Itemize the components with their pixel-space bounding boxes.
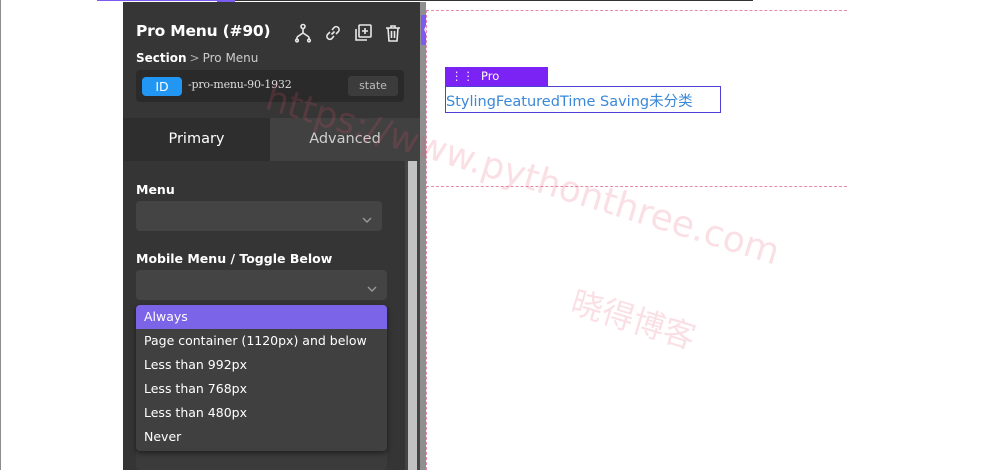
drag-handle-icon[interactable]: ⋮⋮ [451, 69, 474, 83]
id-badge[interactable]: ID [142, 77, 182, 96]
chevron-down-icon [362, 210, 372, 223]
blank-area [847, 0, 985, 470]
section-outline-bottom [426, 186, 847, 187]
breadcrumb: Section > Pro Menu [136, 51, 258, 65]
panel-scrollbar[interactable] [405, 161, 420, 470]
menu-items[interactable]: StylingFeaturedTime Saving未分类 [446, 90, 693, 111]
scrollbar-thumb[interactable] [408, 161, 417, 470]
breadcrumb-parent[interactable]: Section [136, 51, 187, 65]
mobile-menu-label: Mobile Menu / Toggle Below [136, 251, 333, 266]
panel-header: Pro Menu (#90) Section > Pro Menu ID -pr… [123, 2, 420, 118]
trash-icon[interactable] [383, 22, 403, 44]
structure-icon[interactable] [293, 22, 313, 44]
properties-panel: Pro Menu (#90) Section > Pro Menu ID -pr… [123, 2, 420, 470]
tab-advanced[interactable]: Advanced [270, 118, 420, 161]
duplicate-icon[interactable] [353, 22, 373, 44]
link-icon[interactable] [323, 22, 343, 44]
state-button[interactable]: state [348, 76, 398, 96]
dropdown-option[interactable]: Page container (1120px) and below [136, 329, 387, 353]
tab-primary[interactable]: Primary [123, 118, 270, 161]
dropdown-option[interactable]: Less than 480px [136, 401, 387, 425]
section-outline-top [426, 10, 847, 11]
id-row: ID -pro-menu-90-1932 state [136, 70, 404, 102]
element-id-value[interactable]: -pro-menu-90-1932 [188, 78, 292, 91]
menu-select[interactable] [136, 201, 382, 231]
section-outline-left [426, 10, 427, 470]
mobile-menu-dropdown: Always Page container (1120px) and below… [136, 305, 387, 451]
hidden-control-behind-dropdown [136, 451, 387, 470]
dropdown-option[interactable]: Less than 992px [136, 353, 387, 377]
builder-canvas: ⋮⋮ Pro Menu ▲ StylingFeaturedTime Saving未分… [426, 2, 847, 470]
dropdown-option[interactable]: Never [136, 425, 387, 449]
element-tag[interactable]: ⋮⋮ Pro Menu ▲ [445, 67, 548, 102]
window-left-edge [0, 0, 1, 470]
dropdown-option[interactable]: Less than 768px [136, 377, 387, 401]
panel-tabs: Primary Advanced [123, 118, 420, 161]
dropdown-option[interactable]: Always [136, 305, 387, 329]
header-actions [293, 22, 403, 44]
menu-label: Menu [136, 182, 175, 197]
pro-menu-element[interactable]: StylingFeaturedTime Saving未分类 [445, 86, 721, 113]
breadcrumb-separator: > [189, 51, 200, 65]
mobile-menu-select[interactable] [136, 270, 387, 300]
breadcrumb-current: Pro Menu [202, 51, 259, 65]
chevron-down-icon [367, 279, 377, 292]
element-title: Pro Menu (#90) [136, 22, 271, 40]
app-root: Pro Menu (#90) Section > Pro Menu ID -pr… [0, 0, 985, 470]
